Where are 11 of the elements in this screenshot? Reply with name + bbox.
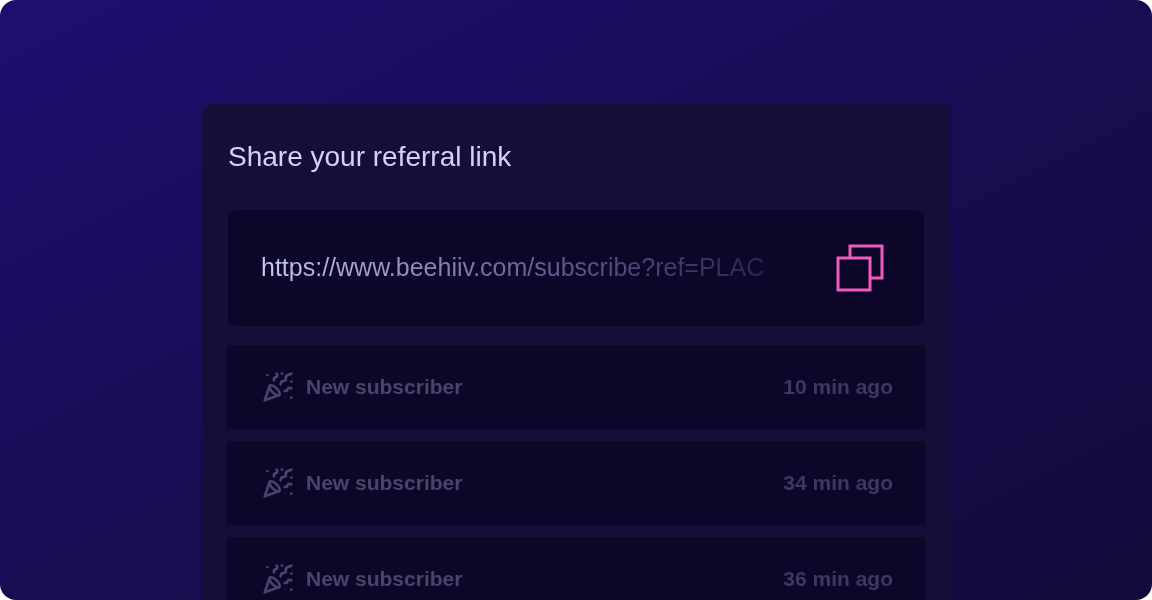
party-popper-icon	[262, 563, 294, 595]
event-label: New subscriber	[306, 374, 463, 401]
panel-title: Share your referral link	[228, 140, 513, 174]
event-time: 36 min ago	[783, 566, 893, 593]
event-time: 10 min ago	[783, 374, 893, 401]
party-popper-icon	[262, 467, 294, 499]
event-time: 34 min ago	[783, 470, 893, 497]
copy-icon[interactable]	[836, 244, 884, 292]
event-label: New subscriber	[306, 470, 463, 497]
party-popper-icon	[262, 371, 294, 403]
event-label: New subscriber	[306, 566, 463, 593]
